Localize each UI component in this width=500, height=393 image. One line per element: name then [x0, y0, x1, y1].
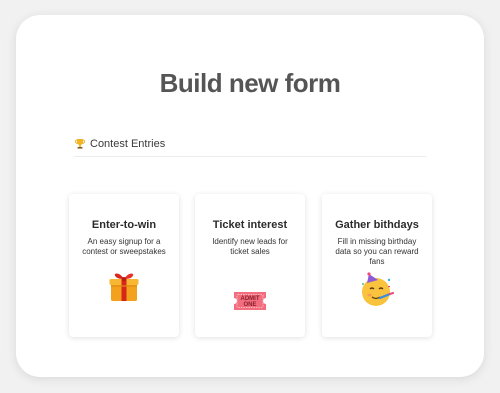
ticket-text-line2: ONE: [243, 302, 256, 308]
card-description: Fill in missing birthday data so you can…: [335, 237, 419, 266]
trophy-icon: [74, 138, 86, 150]
form-builder-panel: Build new form Contest Entries Enter-to-…: [16, 15, 484, 377]
card-description: Identify new leads for ticket sales: [212, 237, 288, 256]
card-description: An easy signup for a contest or sweepsta…: [82, 237, 166, 256]
card-title: Ticket interest: [212, 219, 288, 231]
template-card-gather-birthdays[interactable]: Gather bithdays Fill in missing birthday…: [322, 194, 432, 337]
gift-icon: [107, 269, 141, 308]
template-card-ticket-interest[interactable]: Ticket interest Identify new leads for t…: [195, 194, 305, 337]
section-label: Contest Entries: [90, 138, 166, 150]
template-card-enter-to-win[interactable]: Enter-to-win An easy signup for a contes…: [69, 194, 179, 337]
partying-face-icon: [358, 271, 396, 314]
section-divider: [74, 156, 426, 157]
card-title: Enter-to-win: [91, 219, 157, 231]
admission-ticket-icon: ADMIT ONE: [232, 290, 268, 317]
card-title: Gather bithdays: [335, 219, 419, 231]
section-header: Contest Entries: [74, 138, 165, 150]
page-title: Build new form: [159, 68, 341, 98]
